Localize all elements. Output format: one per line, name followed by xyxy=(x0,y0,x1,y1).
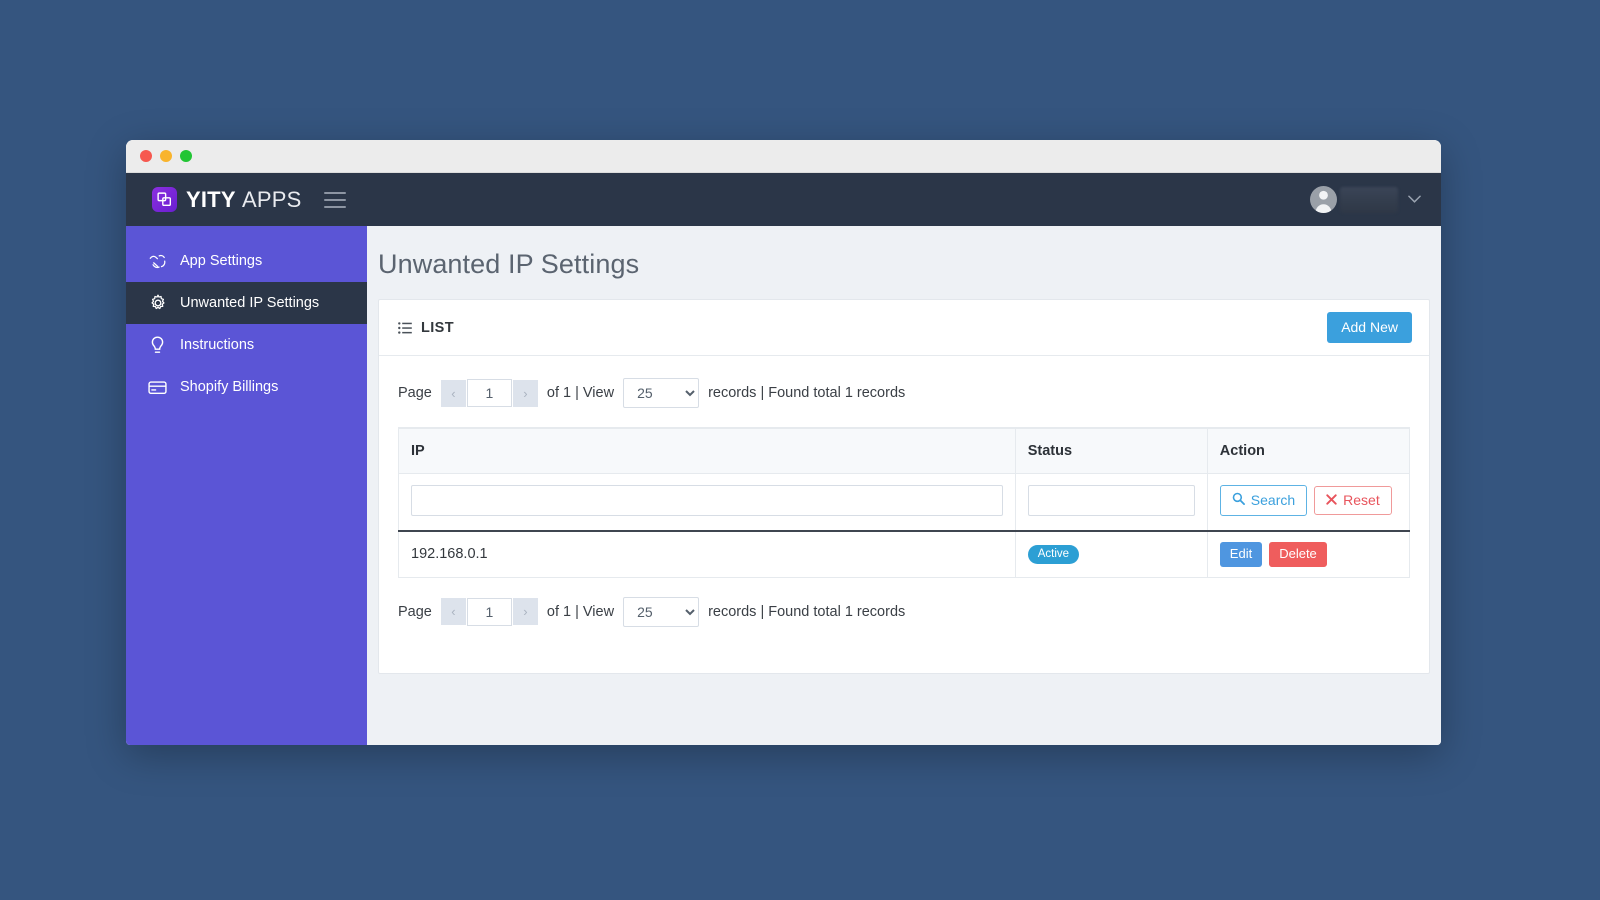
sidebar: App Settings Unwanted IP Settings xyxy=(126,226,367,745)
card-title-label: LIST xyxy=(421,320,454,336)
brand-light: APPS xyxy=(242,187,302,212)
column-header-action: Action xyxy=(1207,428,1409,474)
status-badge: Active xyxy=(1028,545,1079,565)
zoom-window-button[interactable] xyxy=(180,150,192,162)
page-number-input[interactable] xyxy=(467,598,512,626)
hamburger-icon[interactable] xyxy=(324,192,346,208)
sidebar-item-label: Instructions xyxy=(180,337,254,353)
card-title: LIST xyxy=(398,320,454,336)
search-button-label: Search xyxy=(1251,493,1295,508)
row-actions: Edit Delete xyxy=(1220,542,1397,567)
app-body: App Settings Unwanted IP Settings xyxy=(126,226,1441,745)
list-icon xyxy=(398,322,412,334)
reset-button-label: Reset xyxy=(1343,493,1380,508)
filter-cell-action: Search Reset xyxy=(1207,474,1409,532)
table-filter-row: Search Reset xyxy=(399,474,1410,532)
ip-table: IP Status Action xyxy=(398,427,1410,578)
reset-button[interactable]: Reset xyxy=(1314,486,1392,515)
table-header-row: IP Status Action xyxy=(399,428,1410,474)
browser-window: YITY APPS xyxy=(126,140,1441,745)
sidebar-item-unwanted-ip-settings[interactable]: Unwanted IP Settings xyxy=(126,282,367,324)
records-per-page-select[interactable]: 25 xyxy=(623,378,699,408)
brand-bold: YITY xyxy=(186,187,236,212)
content-area: Unwanted IP Settings xyxy=(367,226,1441,745)
hamburger-line xyxy=(324,199,346,201)
brand-text: YITY APPS xyxy=(186,187,302,213)
user-avatar-icon xyxy=(1310,186,1337,213)
cell-status: Active xyxy=(1015,531,1207,577)
ip-filter-input[interactable] xyxy=(411,485,1003,516)
page-number-input[interactable] xyxy=(467,379,512,407)
page-title: Unwanted IP Settings xyxy=(367,226,1441,280)
hamburger-line xyxy=(324,192,346,194)
next-page-button[interactable]: › xyxy=(513,598,538,625)
card-header: LIST Add New xyxy=(379,300,1429,356)
table-body: Search Reset xyxy=(399,474,1410,578)
pager-middle-text: of 1 | View xyxy=(547,385,614,401)
pager-tail-text: records | Found total 1 records xyxy=(708,604,905,620)
table-header: IP Status Action xyxy=(399,428,1410,474)
column-header-status: Status xyxy=(1015,428,1207,474)
magnifier-icon xyxy=(1232,492,1245,508)
filter-actions: Search Reset xyxy=(1220,485,1397,515)
column-header-ip: IP xyxy=(399,428,1016,474)
records-per-page-select[interactable]: 25 xyxy=(623,597,699,627)
minimize-window-button[interactable] xyxy=(160,150,172,162)
pager-tail-text: records | Found total 1 records xyxy=(708,385,905,401)
next-page-button[interactable]: › xyxy=(513,380,538,407)
sidebar-item-label: Unwanted IP Settings xyxy=(180,295,319,311)
prev-page-button[interactable]: ‹ xyxy=(441,598,466,625)
table-row: 192.168.0.1 Active Edit Delete xyxy=(399,531,1410,577)
status-filter-input[interactable] xyxy=(1028,485,1195,516)
pagination-top: Page ‹ › of 1 | View 25 records | Found … xyxy=(398,378,1410,408)
close-window-button[interactable] xyxy=(140,150,152,162)
sidebar-item-shopify-billings[interactable]: Shopify Billings xyxy=(126,366,367,408)
sidebar-item-app-settings[interactable]: App Settings xyxy=(126,240,367,282)
pager-label: Page xyxy=(398,385,432,401)
chevron-down-icon[interactable] xyxy=(1408,193,1421,206)
search-button[interactable]: Search xyxy=(1220,485,1307,515)
card-body: Page ‹ › of 1 | View 25 records | Found … xyxy=(379,356,1429,646)
user-name-redacted xyxy=(1340,187,1398,213)
user-menu[interactable] xyxy=(1310,173,1421,226)
hamburger-line xyxy=(324,206,346,208)
prev-page-button[interactable]: ‹ xyxy=(441,380,466,407)
filter-cell-status xyxy=(1015,474,1207,532)
credit-card-icon xyxy=(148,378,167,397)
delete-button[interactable]: Delete xyxy=(1269,542,1327,567)
cross-icon xyxy=(1326,493,1337,508)
edit-button[interactable]: Edit xyxy=(1220,542,1262,567)
brand-logo[interactable]: YITY APPS xyxy=(152,187,302,213)
sidebar-item-label: Shopify Billings xyxy=(180,379,278,395)
list-card: LIST Add New Page ‹ › of 1 | View 25 xyxy=(378,299,1430,674)
top-navbar: YITY APPS xyxy=(126,173,1441,226)
cell-action: Edit Delete xyxy=(1207,531,1409,577)
pager-label: Page xyxy=(398,604,432,620)
sidebar-item-instructions[interactable]: Instructions xyxy=(126,324,367,366)
yity-logo-icon xyxy=(152,187,177,212)
pager-middle-text: of 1 | View xyxy=(547,604,614,620)
window-titlebar xyxy=(126,140,1441,173)
filter-cell-ip xyxy=(399,474,1016,532)
gear-icon xyxy=(148,294,167,313)
pagination-bottom: Page ‹ › of 1 | View 25 records | Found … xyxy=(398,597,1410,627)
settings-tools-icon xyxy=(148,252,167,271)
cell-ip: 192.168.0.1 xyxy=(399,531,1016,577)
sidebar-item-label: App Settings xyxy=(180,253,262,269)
add-new-button[interactable]: Add New xyxy=(1327,312,1412,343)
lightbulb-icon xyxy=(148,336,167,355)
